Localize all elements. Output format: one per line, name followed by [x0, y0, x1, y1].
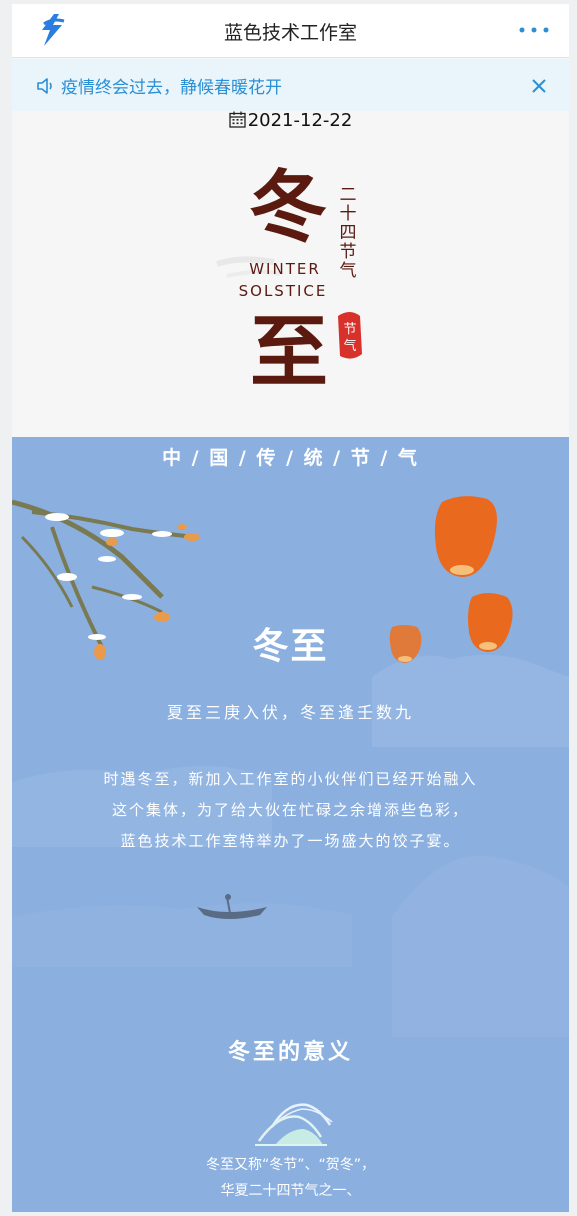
notice-bar: 疫情终会过去，静候春暖花开: [12, 59, 569, 111]
vertical-char-4: 节: [340, 242, 357, 262]
meaning-line-1: 冬至又称“冬节”、“贺冬”，: [205, 1157, 375, 1173]
close-icon[interactable]: [531, 78, 547, 94]
date-text: 2021-12-22: [247, 110, 353, 131]
vertical-char-3: 四: [340, 223, 357, 243]
english-line-2: SOLSTICE: [239, 282, 328, 300]
meaning-text: 冬至又称“冬节”、“贺冬”， 华夏二十四节气之一、: [12, 1152, 569, 1204]
navbar: 蓝色技术工作室: [12, 4, 569, 58]
calendar-icon: [229, 111, 246, 128]
vertical-char-5: 气: [340, 261, 357, 281]
speaker-icon: [37, 78, 52, 94]
hill-icon: [255, 1115, 327, 1146]
article-title: 冬至: [252, 626, 329, 667]
paragraph-line-1: 时遇冬至，新加入工作室的小伙伴们已经开始融入: [103, 770, 478, 788]
hero-char-1: 冬: [249, 162, 327, 253]
phone-frame: 蓝色技术工作室 疫情终会过去，静候春暖花开 2021-12-22 冬 至 二 十…: [12, 4, 569, 1212]
seal-char-1: 节: [343, 322, 356, 337]
winter-solstice-hero-image: 冬 至 二 十 四 节 气 WINTER SOLSTICE 节 气: [216, 162, 362, 398]
article-section: 中 / 国 / 传 / 统 / 节 / 气 冬至 夏至三庚入伏，冬至逢壬数九 时…: [12, 437, 569, 1212]
vertical-char-2: 十: [340, 204, 357, 224]
poem-line: 夏至三庚入伏，冬至逢壬数九: [166, 703, 414, 722]
notice-text: 疫情终会过去，静候春暖花开: [61, 78, 282, 98]
navbar-title: 蓝色技术工作室: [223, 22, 357, 44]
more-dots-icon[interactable]: [517, 20, 551, 40]
meaning-title: 冬至的意义: [227, 1040, 353, 1065]
paragraph-line-3: 蓝色技术工作室特举办了一场盛大的饺子宴。: [120, 832, 461, 850]
article-paragraph: 时遇冬至，新加入工作室的小伙伴们已经开始融入 这个集体，为了给大伙在忙碌之余增添…: [12, 764, 569, 857]
meaning-line-2: 华夏二十四节气之一、: [220, 1183, 361, 1199]
english-line-1: WINTER: [249, 260, 321, 278]
post-date: 2021-12-22: [12, 110, 569, 138]
paragraph-line-2: 这个集体，为了给大伙在忙碌之余增添些色彩，: [111, 801, 469, 819]
hero-char-2: 至: [250, 307, 328, 398]
section-heading: 中 / 国 / 传 / 统 / 节 / 气: [162, 447, 419, 469]
vertical-char-1: 二: [340, 185, 357, 205]
seal-char-2: 气: [343, 338, 356, 354]
